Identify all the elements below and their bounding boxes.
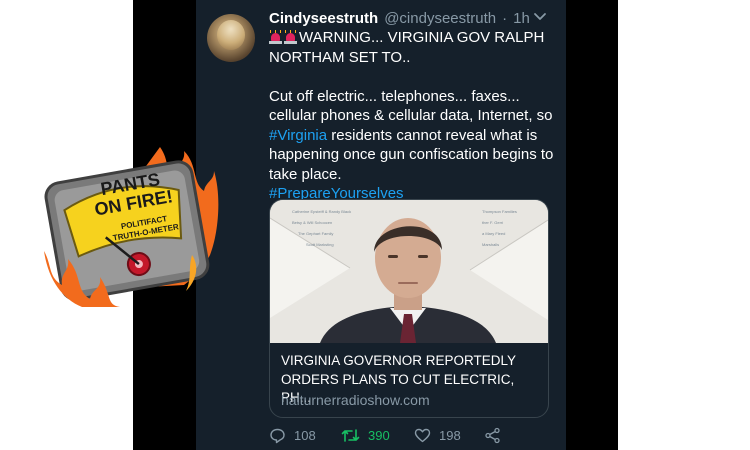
tweet-line: WARNING... VIRGINIA GOV RALPH [269, 28, 559, 48]
tweet-line-text: residents cannot reveal what is [331, 126, 538, 144]
plaque-text: Betsy & Will Schoocen [292, 220, 333, 225]
hashtag-link[interactable]: #Virginia [269, 127, 327, 144]
tweet-line: NORTHAM SET TO.. [269, 48, 411, 66]
reply-icon [270, 428, 285, 444]
plaque-text: Scott Marksting [306, 242, 334, 247]
plaque-text: a Mary Fleed [482, 231, 506, 236]
timestamp[interactable]: 1h [513, 10, 530, 27]
avatar[interactable] [207, 14, 255, 62]
card-title-line: VIRGINIA GOVERNOR REPORTEDLY [281, 353, 517, 368]
user-handle[interactable]: @cindyseestruth [384, 10, 496, 27]
plaque-text: Catherine Epsteiff & Randy Black [292, 209, 352, 214]
card-image: Catherine Epsteiff & Randy Black Betsy &… [270, 200, 548, 343]
tweet-line: #Virginia residents cannot reveal what i… [269, 126, 559, 146]
tweet-text: WARNING... VIRGINIA GOV RALPH NORTHAM SE… [269, 28, 559, 204]
card-domain: halturnerradioshow.com [281, 392, 430, 408]
avatar-photo [217, 20, 245, 50]
chevron-down-icon[interactable] [532, 8, 548, 24]
like-action[interactable]: 198 [414, 427, 461, 444]
alarm-light-icon [284, 30, 297, 44]
tweet-header: Cindyseestruth @cindyseestruth · 1h [269, 8, 559, 28]
separator-dot: · [502, 9, 508, 27]
tweet-actions: 108 390 198 [269, 427, 549, 447]
link-preview-card[interactable]: Catherine Epsteiff & Randy Black Betsy &… [269, 199, 549, 418]
plaque-text: Marshalls [482, 242, 500, 247]
reply-count: 108 [294, 428, 316, 443]
reply-action[interactable]: 108 [269, 427, 316, 444]
tweet-line: take place. [269, 165, 342, 183]
tweet-line: happening once gun confiscation begins t… [269, 146, 554, 163]
tweet-line: cellular phones & cellular data, Interne… [269, 107, 553, 124]
plaque-text: Thompson Families [482, 209, 517, 214]
retweet-count: 390 [368, 428, 390, 443]
retweet-action[interactable]: 390 [341, 427, 390, 444]
heart-icon [414, 428, 431, 443]
tweet-line-text: WARNING... VIRGINIA GOV RALPH [299, 29, 545, 46]
like-count: 198 [439, 428, 461, 443]
retweet-icon [341, 429, 360, 442]
tweet-line: Cut off electric... telephones... faxes.… [269, 87, 520, 105]
pants-on-fire-badge: PANTS ON FIRE! POLITIFACT TRUTH-O-METER [42, 139, 220, 309]
alarm-light-icon [269, 30, 282, 44]
plaque-text: The Gephart Family [298, 231, 334, 236]
plaque-text: ther F. Gerri [482, 220, 504, 225]
share-icon [485, 427, 500, 444]
display-name[interactable]: Cindyseestruth [269, 10, 378, 27]
share-action[interactable] [484, 427, 501, 444]
